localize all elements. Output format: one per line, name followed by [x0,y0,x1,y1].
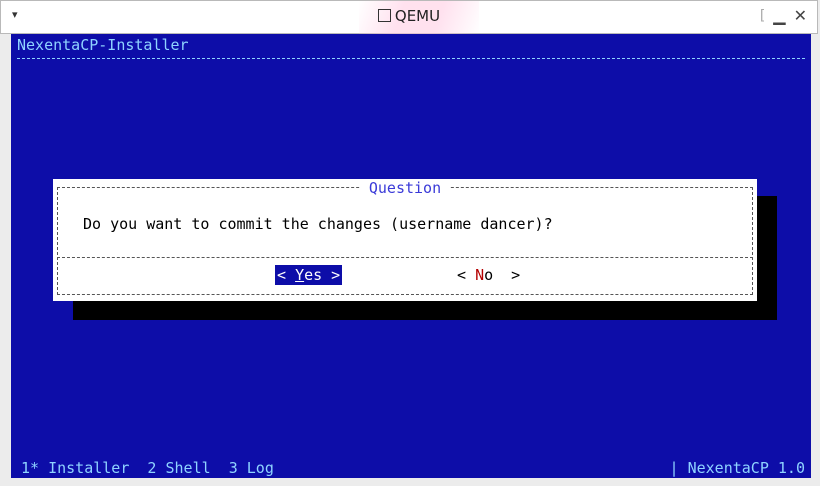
window-list: 1* Installer 2 Shell 3 Log [21,459,274,477]
dialog-title-text: Question [360,179,450,197]
no-button[interactable]: < No > [455,265,522,285]
no-hotkey: N [475,266,485,284]
product-version: | NexentaCP 1.0 [669,459,805,477]
window-app-icon [377,9,391,22]
status-bar: 1* Installer 2 Shell 3 Log | NexentaCP 1… [11,458,811,478]
window-titlebar: ▾ QEMU [ ▁ ✕ [0,0,818,35]
no-label: o [484,266,494,284]
close-icon[interactable]: ✕ [794,6,807,25]
yes-close-bracket: > [322,266,341,284]
installer-title: NexentaCP-Installer [17,36,189,54]
window-title-text: QEMU [394,7,441,25]
yes-label: es [304,266,323,284]
dialog-message: Do you want to commit the changes (usern… [83,215,553,233]
question-dialog: Question Do you want to commit the chang… [53,179,757,301]
dialog-title: Question [53,179,757,197]
window-controls: [ ▁ ✕ [760,6,807,25]
no-close-bracket: > [493,266,521,284]
yes-open-bracket: < [277,266,296,284]
dialog-frame [57,187,753,295]
restore-icon[interactable]: [ [760,8,765,24]
yes-button[interactable]: < Yes > [275,265,343,285]
console-screen: NexentaCP-Installer Question Do you want… [11,34,811,478]
yes-hotkey: Y [295,266,305,284]
minimize-icon[interactable]: ▁ [773,6,785,25]
no-open-bracket: < [457,266,476,284]
window-title: QEMU [1,7,817,25]
title-divider [17,58,805,59]
dialog-separator [57,257,753,258]
